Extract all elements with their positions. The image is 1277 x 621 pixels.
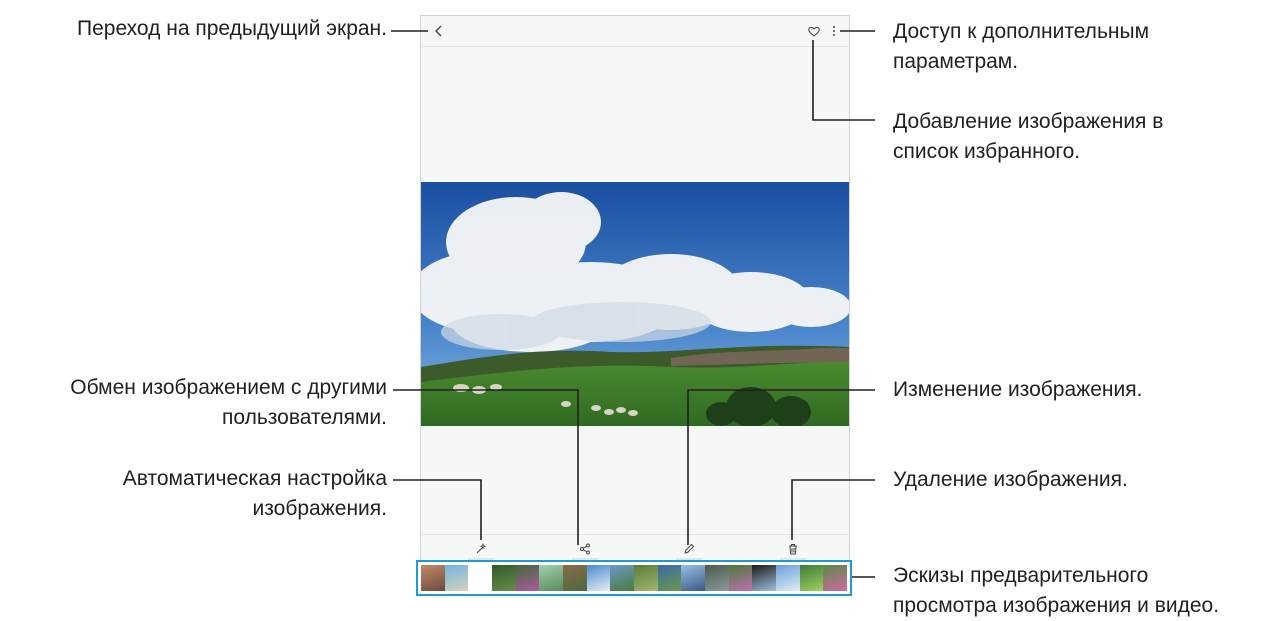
line-favorite xyxy=(812,40,875,121)
callout-lines xyxy=(391,30,875,578)
line-edit xyxy=(687,389,875,545)
line-auto xyxy=(393,479,482,540)
line-delete xyxy=(791,479,875,540)
line-share xyxy=(393,389,579,545)
